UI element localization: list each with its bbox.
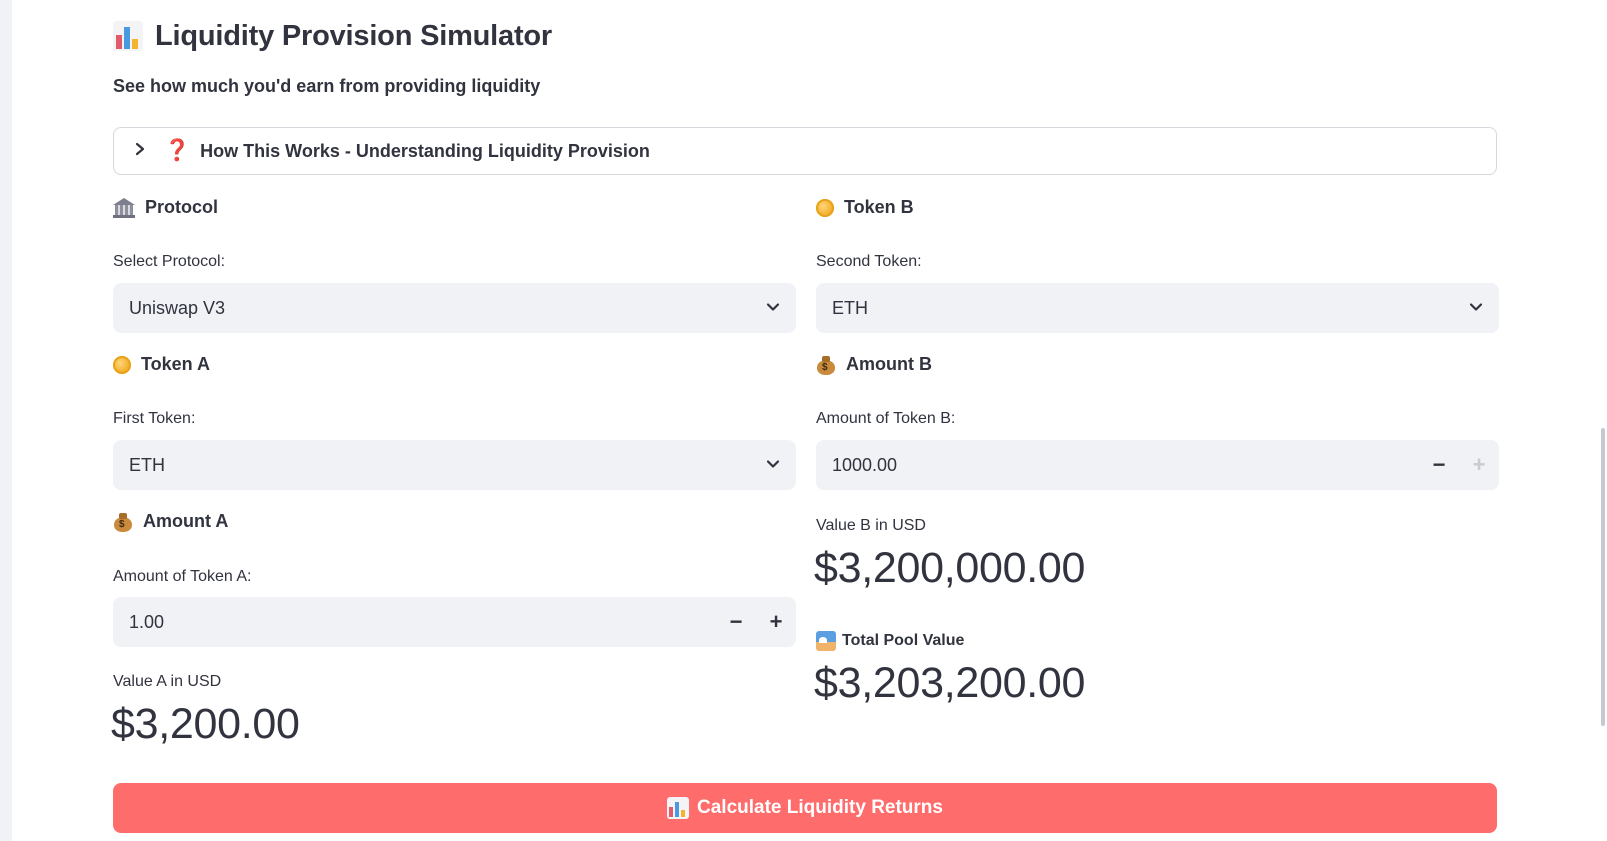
sidebar-edge (0, 0, 12, 841)
protocol-select[interactable]: Uniswap V3 (113, 283, 796, 333)
question-mark-icon: ❓ (164, 139, 191, 162)
amount-b-section-title: $ Amount B (816, 354, 932, 375)
first-token-label: First Token: (113, 410, 196, 427)
amount-b-input[interactable]: 1000.00 − + (816, 440, 1499, 490)
how-this-works-expander[interactable]: ❓ How This Works - Understanding Liquidi… (113, 127, 1497, 175)
page-title: Liquidity Provision Simulator (113, 14, 552, 58)
coin-icon (816, 198, 834, 217)
token-b-select[interactable]: ETH (816, 283, 1499, 333)
value-b-metric: $3,200,000.00 (814, 544, 1086, 592)
calculate-liquidity-returns-button[interactable]: Calculate Liquidity Returns (113, 783, 1497, 833)
token-a-section-label: Token A (141, 354, 211, 374)
amount-a-section-title: $ Amount A (113, 511, 228, 532)
token-b-section-label: Token B (844, 197, 914, 217)
amount-token-a-label: Amount of Token A: (113, 568, 252, 585)
value-a-metric: $3,200.00 (111, 700, 300, 748)
value-b-label: Value B in USD (816, 517, 926, 534)
amount-b-increment-button[interactable]: + (1459, 440, 1499, 490)
chevron-down-icon (766, 455, 780, 476)
protocol-section-label: Protocol (145, 197, 219, 217)
total-pool-title: Total Pool Value (816, 631, 964, 651)
money-bag-icon: $ (816, 355, 836, 375)
page-title-text: Liquidity Provision Simulator (155, 19, 553, 52)
expander-label: How This Works - Understanding Liquidity… (200, 140, 650, 161)
bar-chart-icon (667, 797, 689, 819)
pool-icon (816, 631, 836, 651)
amount-a-increment-button[interactable]: + (756, 597, 796, 647)
protocol-section-title: Protocol (113, 197, 218, 218)
coin-icon (113, 355, 131, 374)
bar-chart-icon (113, 21, 143, 51)
chevron-down-icon (766, 298, 780, 319)
amount-a-input-value[interactable]: 1.00 (129, 612, 716, 633)
page-subtitle: See how much you'd earn from providing l… (113, 76, 541, 96)
bank-icon (113, 197, 135, 218)
calculate-button-label: Calculate Liquidity Returns (697, 797, 943, 818)
amount-b-decrement-button[interactable]: − (1419, 440, 1459, 490)
amount-a-input[interactable]: 1.00 − + (113, 597, 796, 647)
protocol-select-value: Uniswap V3 (129, 297, 226, 318)
amount-a-decrement-button[interactable]: − (716, 597, 756, 647)
token-a-select-value: ETH (129, 454, 165, 475)
token-a-select[interactable]: ETH (113, 440, 796, 490)
total-pool-label: Total Pool Value (842, 632, 965, 649)
amount-b-input-value[interactable]: 1000.00 (832, 455, 1419, 476)
token-a-section-title: Token A (113, 354, 210, 375)
second-token-label: Second Token: (816, 253, 922, 270)
chevron-right-icon (134, 141, 150, 161)
value-a-label: Value A in USD (113, 673, 222, 690)
chevron-down-icon (1469, 298, 1483, 319)
amount-token-b-label: Amount of Token B: (816, 410, 956, 427)
scrollbar-thumb[interactable] (1601, 428, 1605, 726)
token-b-select-value: ETH (832, 297, 868, 318)
amount-b-section-label: Amount B (846, 354, 932, 374)
total-pool-metric: $3,203,200.00 (814, 659, 1086, 707)
token-b-section-title: Token B (816, 197, 914, 218)
money-bag-icon: $ (113, 512, 133, 532)
amount-a-section-label: Amount A (143, 511, 229, 531)
select-protocol-label: Select Protocol: (113, 253, 226, 270)
